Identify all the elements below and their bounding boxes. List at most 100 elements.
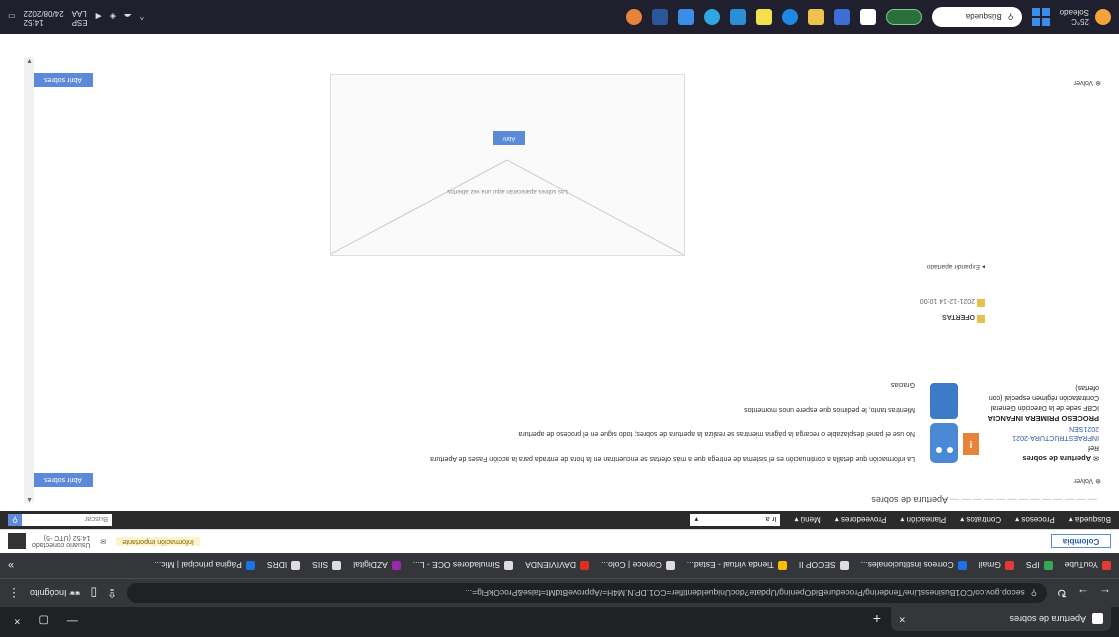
weather-widget[interactable]: 25°C Soleado: [1060, 8, 1111, 26]
back-link-bottom[interactable]: ⊕ Volver: [1074, 79, 1101, 87]
menu-item-menu[interactable]: Menú ▾: [794, 516, 820, 525]
volume-icon[interactable]: ◀: [96, 13, 102, 22]
offers-title-text: OFERTAS: [942, 313, 976, 320]
colombia-logo[interactable]: Colombia: [1051, 534, 1111, 549]
url-text: secop.gov.co/CO1BusinessLine/Tendering/P…: [465, 588, 1025, 598]
app-icon[interactable]: [833, 9, 850, 25]
menu-item-contratos[interactable]: Contratos ▾: [960, 516, 1001, 525]
sidepanel-icon[interactable]: ▯: [90, 586, 97, 600]
bookmark-label: Página principal | Mic...: [154, 560, 242, 571]
bookmark-item[interactable]: IPS: [1026, 561, 1053, 571]
envelope-flap-line: [330, 159, 684, 255]
file-explorer-icon[interactable]: [807, 9, 824, 25]
user-name: Usuario conectado: [32, 541, 91, 549]
avatar[interactable]: [8, 533, 26, 550]
taskbar-search[interactable]: ⚲ Búsqueda: [931, 7, 1022, 27]
bookmark-item[interactable]: IDRS: [267, 561, 301, 571]
notepad-icon[interactable]: [859, 9, 876, 25]
share-icon[interactable]: ⇪: [107, 586, 117, 600]
cloud-icon[interactable]: ☁: [124, 13, 132, 22]
tray-overflow-icon[interactable]: ^: [140, 13, 144, 22]
header-right: Información importante ✉ Usuario conecta…: [8, 533, 200, 550]
menu-item-busqueda[interactable]: Búsqueda ▾: [1069, 516, 1111, 525]
settings-icon[interactable]: [677, 9, 694, 25]
network-icon[interactable]: ◈: [110, 13, 116, 22]
scroll-down-icon[interactable]: ▼: [26, 57, 33, 64]
close-tab-icon[interactable]: ×: [899, 613, 905, 625]
reload-icon[interactable]: ↻: [1057, 586, 1067, 600]
panel-empty-text: Los sobres aparecerán aquí una vez abier…: [447, 188, 568, 194]
minimize-button[interactable]: —: [67, 614, 78, 627]
bookmark-item[interactable]: Página principal | Mic...: [154, 561, 255, 571]
page-scrollbar[interactable]: ▲ ▼: [24, 57, 34, 503]
menu-item-planeacion[interactable]: Planeación ▾: [900, 516, 946, 525]
open-envelopes-button-bottom[interactable]: Abrir sobres: [33, 73, 93, 87]
help-icon[interactable]: [703, 9, 720, 25]
bookmark-item[interactable]: SECOP II: [799, 561, 849, 571]
search-icon[interactable]: ⚲: [8, 514, 22, 526]
url-field[interactable]: ⚲ secop.gov.co/CO1BusinessLine/Tendering…: [127, 583, 1047, 603]
bookmark-item[interactable]: SIIS: [312, 561, 342, 571]
goto-select[interactable]: Ir a ▾: [690, 514, 781, 526]
windows-start-icon[interactable]: [1031, 8, 1050, 26]
bookmark-label: Correos institucionales...: [860, 560, 954, 571]
menu-item-procesos[interactable]: Procesos ▾: [1015, 516, 1055, 525]
bookmark-item[interactable]: Correos institucionales...: [861, 561, 967, 571]
globe-icon: ⊕: [1095, 79, 1101, 86]
word-icon[interactable]: [651, 9, 668, 25]
back-icon[interactable]: ←: [1099, 586, 1111, 600]
close-window-button[interactable]: ×: [14, 614, 20, 627]
forward-icon[interactable]: →: [1077, 586, 1089, 600]
bookmark-label: AZDigital: [353, 560, 388, 571]
chrome-icon[interactable]: [625, 9, 642, 25]
entity-name: ICBF sede de la Dirección General: [990, 404, 1099, 412]
notifications-icon[interactable]: ▭: [8, 13, 16, 22]
clock[interactable]: 14:52 24/08/2022: [23, 8, 64, 27]
bookmark-item[interactable]: Tienda virtual - Estad...: [687, 561, 787, 571]
scroll-up-icon[interactable]: ▲: [26, 496, 33, 503]
alert-badge: !: [963, 433, 979, 455]
info-text-2: No use el panel desplazable o recarga la…: [518, 430, 915, 438]
offer-date: 2021-12-14 10:00: [919, 297, 976, 304]
language-indicator[interactable]: ESP LAA: [71, 8, 88, 27]
lang-code: ESP: [71, 17, 88, 27]
edge-icon[interactable]: [781, 9, 798, 25]
expand-section-link[interactable]: ▸ Expandir apartado: [927, 263, 985, 271]
bookmark-favicon-icon: [839, 561, 849, 570]
system-tray: ^ ☁ ◈ ◀ ESP LAA 14:52 24/08/2022 ▭: [8, 8, 144, 27]
notification-icon[interactable]: ✉: [100, 538, 106, 546]
bookmark-item[interactable]: AZDigital: [353, 560, 401, 571]
search-input[interactable]: [22, 514, 112, 526]
process-heading: ✉ Apertura de sobres: [974, 452, 1099, 463]
ref-number-link[interactable]: INFRAESTRUCTURA-2021: [974, 433, 1099, 443]
sticky-notes-icon[interactable]: [755, 9, 772, 25]
bookmark-label: SECOP II: [798, 560, 836, 571]
bookmark-item[interactable]: YouTube: [1065, 561, 1111, 571]
bookmark-item[interactable]: Gmail: [979, 561, 1014, 571]
site-info-icon[interactable]: ⚲: [1031, 588, 1037, 599]
incognito-indicator[interactable]: 🕶 Incógnito: [30, 588, 80, 599]
menu-item-proveedores[interactable]: Proveedores ▾: [835, 516, 887, 525]
user-info: Usuario conectado 14:52 (UTC -5): [32, 535, 90, 549]
weather-info: 25°C Soleado: [1060, 8, 1089, 26]
back-link[interactable]: ⊕ Volver: [1074, 477, 1101, 485]
new-tab-button[interactable]: +: [873, 611, 881, 627]
toggle-icon[interactable]: [885, 9, 922, 25]
open-envelopes-button[interactable]: Abrir sobres: [33, 473, 93, 487]
bookmarks-overflow-button[interactable]: »: [8, 560, 14, 572]
clock-date: 24/08/2022: [23, 9, 64, 18]
browser-tab[interactable]: Apertura de sobres ×: [891, 607, 1111, 631]
bookmark-item[interactable]: DAVIVIENDA: [525, 561, 590, 571]
menu-search: ⚲: [8, 514, 112, 526]
bookmark-item[interactable]: Conoce | Colo...: [601, 561, 675, 571]
bookmark-item[interactable]: Simuladores OCE - L...: [413, 561, 514, 571]
user-time: 14:52 (UTC -5): [43, 534, 91, 542]
notice-banner[interactable]: Información importante: [116, 537, 200, 546]
mail-icon[interactable]: [729, 9, 746, 25]
sun-icon: [1095, 9, 1111, 25]
user-box[interactable]: Usuario conectado 14:52 (UTC -5): [8, 533, 90, 550]
offer-icon: [977, 299, 985, 307]
panel-open-button[interactable]: Abrir: [493, 131, 525, 145]
maximize-button[interactable]: ▢: [38, 614, 48, 627]
browser-menu-icon[interactable]: ⋮: [8, 586, 20, 600]
